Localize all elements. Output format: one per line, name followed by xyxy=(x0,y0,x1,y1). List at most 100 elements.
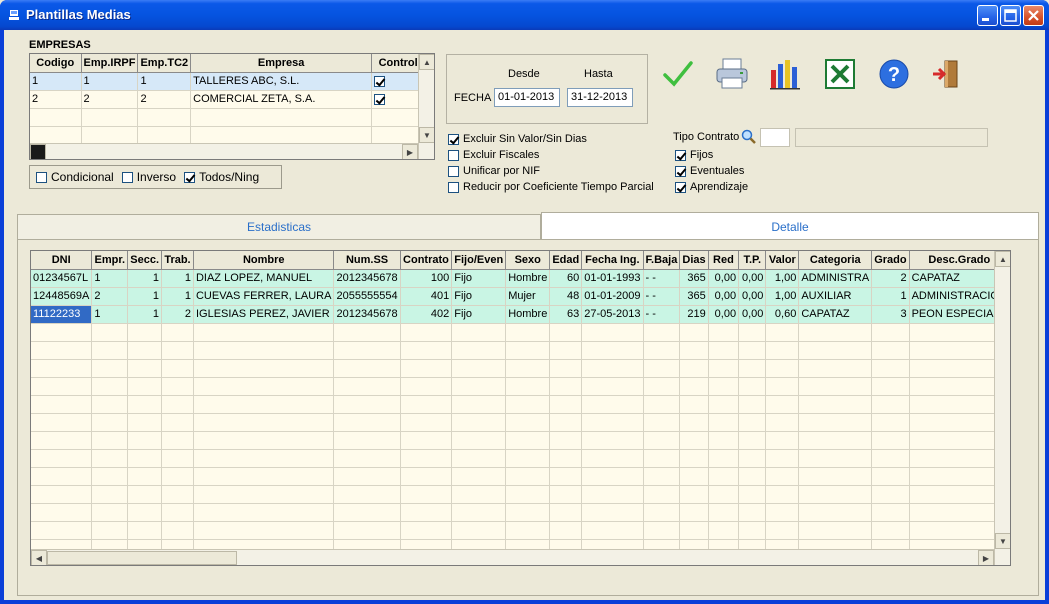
scroll-up-button[interactable]: ▲ xyxy=(995,251,1010,267)
condicional-option[interactable]: Condicional xyxy=(36,170,114,184)
excluir-sin-valor-option[interactable]: Excluir Sin Valor/Sin Dias xyxy=(448,131,654,147)
cell-grado[interactable]: 3 xyxy=(871,305,910,324)
cell-sexo[interactable]: Hombre xyxy=(505,305,551,324)
col-emp-tc2[interactable]: Emp.TC2 xyxy=(137,54,192,73)
col-categoria[interactable]: Categoria xyxy=(798,251,873,270)
cell-fecha-ing[interactable]: 01-01-1993 xyxy=(581,269,644,288)
title-bar[interactable]: Plantillas Medias xyxy=(0,0,1049,30)
scroll-right-button[interactable]: ▶ xyxy=(978,550,994,565)
cell-red[interactable]: 0,00 xyxy=(708,269,740,288)
unificar-nif-option[interactable]: Unificar por NIF xyxy=(448,163,654,179)
col-control[interactable]: Control xyxy=(371,54,426,73)
empresas-grid[interactable]: Codigo Emp.IRPF Emp.TC2 Empresa Control … xyxy=(29,53,435,160)
col-dni[interactable]: DNI xyxy=(31,251,93,270)
cell-empresa[interactable]: COMERCIAL ZETA, S.A. xyxy=(190,90,373,109)
cell-control[interactable] xyxy=(371,90,426,109)
excluir-fiscales-option[interactable]: Excluir Fiscales xyxy=(448,147,654,163)
cell-nombre[interactable]: CUEVAS FERRER, LAURA xyxy=(193,287,335,306)
cell-empresa[interactable]: TALLERES ABC, S.L. xyxy=(190,72,373,91)
col-secc[interactable]: Secc. xyxy=(127,251,162,270)
aprendizaje-checkbox[interactable] xyxy=(675,181,686,193)
cell-fecha-ing[interactable]: 27-05-2013 xyxy=(581,305,644,324)
cell-tp[interactable]: 0,00 xyxy=(738,287,767,306)
inverso-checkbox[interactable] xyxy=(121,171,133,183)
cell-control[interactable] xyxy=(371,72,426,91)
col-valor[interactable]: Valor xyxy=(765,251,800,270)
desde-input[interactable]: 01-01-2013 xyxy=(494,88,560,107)
inverso-option[interactable]: Inverso xyxy=(121,170,176,184)
cell-codigo[interactable]: 1 xyxy=(30,72,82,91)
cell-dias[interactable]: 365 xyxy=(679,287,709,306)
col-trab[interactable]: Trab. xyxy=(161,251,194,270)
scroll-up-button[interactable]: ▲ xyxy=(419,54,434,70)
empresas-hscroll[interactable]: ▶ xyxy=(30,143,418,159)
cell-red[interactable]: 0,00 xyxy=(708,305,740,324)
maximize-button[interactable] xyxy=(1000,5,1021,26)
cell-nombre[interactable]: DIAZ LOPEZ, MANUEL xyxy=(193,269,335,288)
cell-fecha-ing[interactable]: 01-01-2009 xyxy=(581,287,644,306)
col-empr[interactable]: Empr. xyxy=(91,251,129,270)
eventuales-checkbox[interactable] xyxy=(675,165,686,177)
control-checkbox[interactable] xyxy=(374,93,386,105)
col-emp-irpf[interactable]: Emp.IRPF xyxy=(81,54,139,73)
cell-categoria[interactable]: AUXILIAR xyxy=(798,287,873,306)
cell-grado[interactable]: 2 xyxy=(871,269,910,288)
excluir-fiscales-checkbox[interactable] xyxy=(448,149,459,161)
cell-tc2[interactable]: 1 xyxy=(137,72,192,91)
cell-secc[interactable]: 1 xyxy=(127,305,162,324)
cell-num-ss[interactable]: 2012345678 xyxy=(333,269,401,288)
exit-button[interactable] xyxy=(926,54,966,94)
detalle-hscroll[interactable]: ◀ ▶ xyxy=(31,549,994,565)
cell-contrato[interactable]: 402 xyxy=(400,305,453,324)
cell-fijo-even[interactable]: Fijo xyxy=(451,305,507,324)
table-row[interactable]: 01234567L 1 1 1 DIAZ LOPEZ, MANUEL 2012345678… xyxy=(31,269,1010,288)
cell-empr[interactable]: 1 xyxy=(91,305,129,324)
scroll-down-button[interactable]: ▼ xyxy=(995,533,1010,549)
cell-f-baja[interactable]: - - xyxy=(643,269,681,288)
col-empresa[interactable]: Empresa xyxy=(190,54,373,73)
col-grado[interactable]: Grado xyxy=(871,251,910,270)
cell-trab[interactable]: 1 xyxy=(161,269,194,288)
aprendizaje-option[interactable]: Aprendizaje xyxy=(675,179,748,195)
tab-detalle[interactable]: Detalle xyxy=(541,212,1039,240)
scroll-left-button[interactable]: ◀ xyxy=(31,550,47,565)
cell-categoria[interactable]: ADMINISTRA xyxy=(798,269,873,288)
cell-empr[interactable]: 2 xyxy=(91,287,129,306)
col-edad[interactable]: Edad xyxy=(549,251,583,270)
eventuales-option[interactable]: Eventuales xyxy=(675,163,748,179)
hasta-input[interactable]: 31-12-2013 xyxy=(567,88,633,107)
col-nombre[interactable]: Nombre xyxy=(193,251,335,270)
search-icon[interactable] xyxy=(741,129,757,145)
col-tp[interactable]: T.P. xyxy=(738,251,767,270)
cell-tp[interactable]: 0,00 xyxy=(738,269,767,288)
cell-red[interactable]: 0,00 xyxy=(708,287,740,306)
empresa-row[interactable]: 2 2 2 COMERCIAL ZETA, S.A. xyxy=(30,90,426,109)
condicional-checkbox[interactable] xyxy=(36,171,47,183)
control-checkbox[interactable] xyxy=(374,75,386,87)
todos-ning-checkbox[interactable] xyxy=(184,171,196,183)
col-num-ss[interactable]: Num.SS xyxy=(333,251,401,270)
cell-dni[interactable]: 01234567L xyxy=(31,269,93,288)
cell-fijo-even[interactable]: Fijo xyxy=(451,287,507,306)
cell-secc[interactable]: 1 xyxy=(127,287,162,306)
cell-f-baja[interactable]: - - xyxy=(643,287,681,306)
close-button[interactable] xyxy=(1023,5,1044,26)
cell-num-ss[interactable]: 2012345678 xyxy=(333,305,401,324)
cell-contrato[interactable]: 401 xyxy=(400,287,453,306)
cell-f-baja[interactable]: - - xyxy=(643,305,681,324)
excluir-sin-valor-checkbox[interactable] xyxy=(448,133,459,145)
cell-dni[interactable]: 11122233 xyxy=(31,305,93,324)
cell-valor[interactable]: 1,00 xyxy=(765,287,800,306)
cell-dias[interactable]: 219 xyxy=(679,305,709,324)
fijos-checkbox[interactable] xyxy=(675,149,686,161)
cell-trab[interactable]: 1 xyxy=(161,287,194,306)
col-f-baja[interactable]: F.Baja xyxy=(643,251,681,270)
scroll-left-button[interactable] xyxy=(30,144,46,159)
cell-tp[interactable]: 0,00 xyxy=(738,305,767,324)
col-fijo-even[interactable]: Fijo/Even xyxy=(451,251,507,270)
print-button[interactable] xyxy=(712,54,752,94)
cell-dias[interactable]: 365 xyxy=(679,269,709,288)
col-dias[interactable]: Dias xyxy=(679,251,709,270)
excel-button[interactable] xyxy=(820,54,860,94)
help-button[interactable]: ? xyxy=(874,54,914,94)
